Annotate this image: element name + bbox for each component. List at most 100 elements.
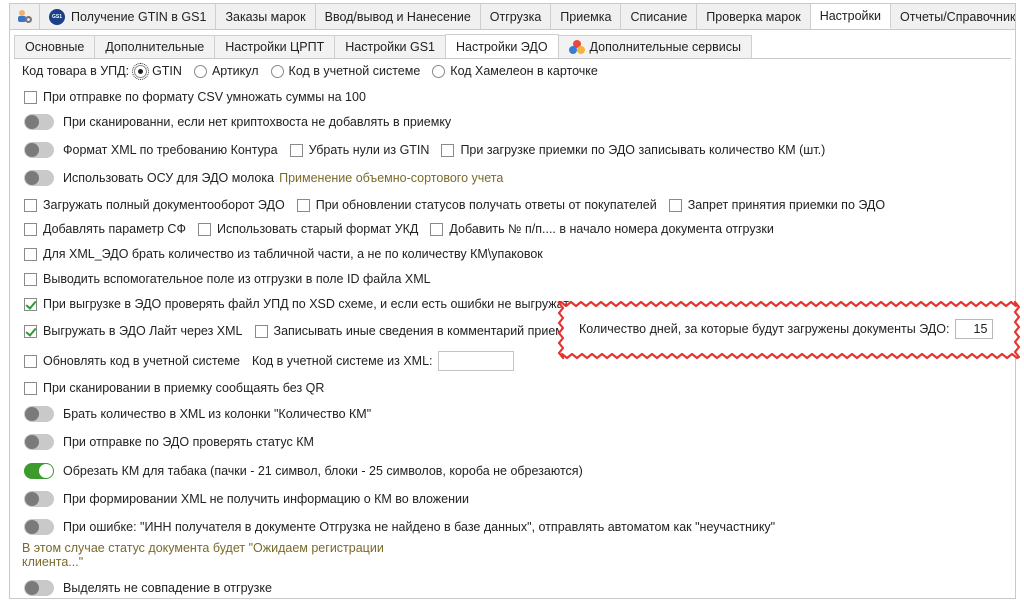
no-qr-checkbox[interactable] bbox=[24, 381, 37, 395]
other-info-checkbox[interactable] bbox=[254, 324, 268, 338]
mismatch-row: Выделять не совпадение в отгрузке bbox=[24, 579, 272, 597]
inn-error-row: При ошибке: "ИНН получателя в документе … bbox=[24, 518, 775, 536]
trim-km-toggle[interactable] bbox=[24, 463, 54, 479]
check-km-status-label: При отправке по ЭДО проверять статус КМ bbox=[63, 435, 314, 449]
tab-label: Приемка bbox=[560, 9, 612, 24]
radio-article-label: Артикул bbox=[211, 64, 259, 78]
buyer-replies-checkbox[interactable] bbox=[296, 198, 310, 212]
radio-chameleon-label: Код Хамелеон в карточке bbox=[450, 64, 598, 78]
inn-hint-line2: клиента..." bbox=[22, 554, 83, 569]
full-docflow-checkbox[interactable] bbox=[24, 198, 37, 212]
edo-lite-label: Выгружать в ЭДО Лайт через XML bbox=[43, 324, 243, 338]
remove-zeros-label: Убрать нули из GTIN bbox=[308, 143, 430, 157]
qty-from-col-label: Брать количество в XML из колонки "Колич… bbox=[63, 407, 372, 421]
trim-km-label: Обрезать КМ для табака (пачки - 21 симво… bbox=[63, 464, 583, 478]
subtab-gs1[interactable]: Настройки GS1 bbox=[334, 35, 447, 58]
qty-km-checkbox[interactable] bbox=[441, 143, 455, 157]
tab-orders[interactable]: Заказы марок bbox=[216, 4, 316, 29]
highlight-mismatch-toggle[interactable] bbox=[24, 580, 54, 596]
osu-hint: Применение объемно-сортового учета bbox=[279, 171, 504, 185]
code-from-xml-input[interactable] bbox=[437, 351, 514, 371]
aux-field-checkbox[interactable] bbox=[24, 272, 37, 286]
tab-check-marks[interactable]: Проверка марок bbox=[697, 4, 811, 29]
no-crypto-toggle[interactable] bbox=[24, 114, 54, 130]
subtab-additional[interactable]: Дополнительные bbox=[94, 35, 216, 58]
deny-receipt-label: Запрет принятия приемки по ЭДО bbox=[687, 198, 886, 212]
docflow-row: Загружать полный документооборот ЭДО При… bbox=[24, 196, 885, 214]
qty-from-col-toggle[interactable] bbox=[24, 406, 54, 422]
highlight-mismatch-label: Выделять не совпадение в отгрузке bbox=[63, 581, 272, 595]
update-code-row: Обновлять код в учетной системе Код в уч… bbox=[24, 351, 514, 371]
xsd-check-label: При выгрузке в ЭДО проверять файл УПД по… bbox=[43, 297, 576, 311]
tab-label: Отчеты/Справочники bbox=[899, 9, 1016, 24]
tab-settings[interactable]: Настройки bbox=[810, 4, 891, 29]
tobacco-row: Обрезать КМ для табака (пачки - 21 симво… bbox=[24, 462, 583, 480]
osu-milk-toggle[interactable] bbox=[24, 170, 54, 186]
tab-gtin-gs1[interactable]: GS1 Получение GTIN в GS1 bbox=[40, 4, 217, 29]
radio-gtin-label: GTIN bbox=[152, 64, 182, 78]
add-number-checkbox[interactable] bbox=[430, 222, 444, 236]
xsd-check-checkbox[interactable] bbox=[24, 297, 37, 311]
subtab-label: Дополнительные сервисы bbox=[589, 40, 741, 54]
tab-user-settings[interactable] bbox=[10, 4, 40, 29]
gs1-icon: GS1 bbox=[49, 8, 65, 25]
sf-row: Добавлять параметр СФ Использовать стары… bbox=[24, 220, 774, 238]
subtab-basic[interactable]: Основные bbox=[14, 35, 96, 58]
aux-field-label: Выводить вспомогательное поле из отгрузк… bbox=[43, 272, 431, 286]
no-crypto-label: При сканированни, если нет криптохвоста … bbox=[63, 115, 452, 129]
inn-hint-line1: В этом случае статус документа будет "Ож… bbox=[22, 540, 384, 555]
upd-code-row: Код товара в УПД: GTIN Артикул Код в уче… bbox=[22, 62, 598, 80]
csv-multiply-checkbox[interactable] bbox=[24, 90, 37, 104]
subtab-label: Настройки ЦРПТ bbox=[225, 40, 325, 54]
tab-receiving[interactable]: Приемка bbox=[551, 4, 622, 29]
old-ukd-checkbox[interactable] bbox=[197, 222, 211, 236]
aux-field-row: Выводить вспомогательное поле из отгрузк… bbox=[24, 270, 431, 288]
xml-kontur-toggle[interactable] bbox=[24, 142, 54, 158]
radio-account-code[interactable] bbox=[270, 64, 284, 78]
table-qty-checkbox[interactable] bbox=[24, 247, 37, 261]
tab-shipment[interactable]: Отгрузка bbox=[480, 4, 552, 29]
old-ukd-label: Использовать старый формат УКД bbox=[216, 222, 419, 236]
radio-chameleon[interactable] bbox=[432, 64, 446, 78]
days-highlight: Количество дней, за которые будут загруж… bbox=[555, 296, 1024, 366]
deny-receipt-checkbox[interactable] bbox=[668, 198, 682, 212]
subtab-label: Настройки ЭДО bbox=[456, 39, 548, 54]
subtab-label: Дополнительные bbox=[105, 40, 205, 54]
update-code-checkbox[interactable] bbox=[24, 354, 37, 368]
user-settings-icon bbox=[16, 9, 33, 24]
no-km-info-toggle[interactable] bbox=[24, 491, 54, 507]
edo-lite-checkbox[interactable] bbox=[24, 324, 37, 338]
tab-label: Проверка марок bbox=[706, 9, 801, 24]
buyer-replies-label: При обновлении статусов получать ответы … bbox=[315, 198, 657, 212]
qty-km-label: При загрузке приемки по ЭДО записывать к… bbox=[460, 143, 826, 157]
km-status-row: При отправке по ЭДО проверять статус КМ bbox=[24, 433, 314, 451]
tab-input-output[interactable]: Ввод/вывод и Нанесение bbox=[315, 4, 481, 29]
subtab-crpt[interactable]: Настройки ЦРПТ bbox=[214, 35, 336, 58]
inn-error-toggle[interactable] bbox=[24, 519, 54, 535]
tab-writeoff[interactable]: Списание bbox=[621, 4, 698, 29]
kontur-row: Формат XML по требованию Контура Убрать … bbox=[24, 141, 825, 159]
radio-article[interactable] bbox=[193, 64, 207, 78]
tab-label: Настройки bbox=[819, 8, 881, 23]
no-qr-label: При сканировании в приемку сообщаять без… bbox=[43, 381, 325, 395]
csv-row: При отправке по формату CSV умножать сум… bbox=[24, 88, 366, 106]
check-km-status-toggle[interactable] bbox=[24, 434, 54, 450]
add-sf-checkbox[interactable] bbox=[24, 222, 37, 236]
no-qr-row: При сканировании в приемку сообщаять без… bbox=[24, 379, 324, 397]
qty-col-row: Брать количество в XML из колонки "Колич… bbox=[24, 405, 371, 423]
update-code-label: Обновлять код в учетной системе bbox=[43, 354, 240, 368]
table-qty-label: Для XML_ЭДО брать количество из таблично… bbox=[43, 247, 543, 261]
subtab-edo[interactable]: Настройки ЭДО bbox=[445, 34, 559, 58]
radio-gtin[interactable] bbox=[132, 62, 150, 80]
osu-milk-label: Использовать ОСУ для ЭДО молока bbox=[63, 171, 275, 185]
subtab-label: Настройки GS1 bbox=[345, 40, 436, 54]
remove-zeros-checkbox[interactable] bbox=[289, 143, 303, 157]
tab-label: Ввод/вывод и Нанесение bbox=[324, 9, 471, 24]
subtab-label: Основные bbox=[25, 40, 85, 54]
radio-account-code-label: Код в учетной системе bbox=[288, 64, 421, 78]
tab-reports[interactable]: Отчеты/Справочники bbox=[890, 4, 1016, 29]
full-docflow-label: Загружать полный документооборот ЭДО bbox=[43, 198, 285, 212]
no-km-info-row: При формировании XML не получить информа… bbox=[24, 490, 469, 508]
days-input[interactable]: 15 bbox=[955, 319, 994, 339]
subtab-extra-services[interactable]: Дополнительные сервисы bbox=[557, 35, 752, 58]
